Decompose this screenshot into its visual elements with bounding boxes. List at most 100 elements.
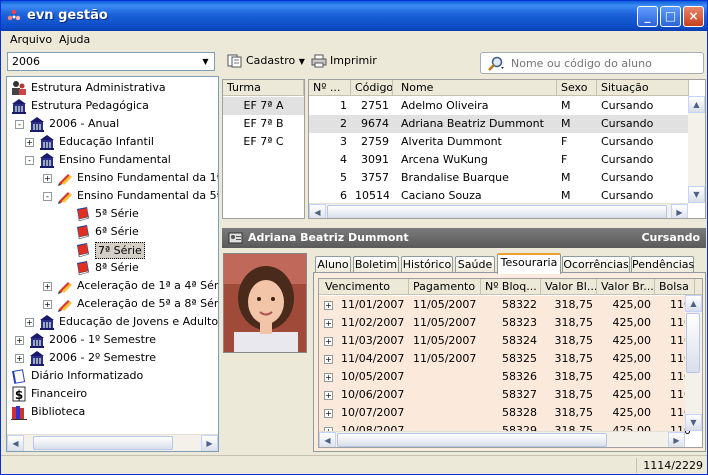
turma-item[interactable]: EF 7ª A (223, 97, 304, 115)
scroll-right-icon[interactable]: ▶ (201, 435, 218, 451)
scroll-right-icon[interactable]: ▶ (668, 432, 685, 447)
payment-cell: 10/07/2007 (341, 406, 405, 419)
payment-cell: 425,00 (612, 334, 652, 347)
payment-row[interactable]: +11/01/2007 11/05/2007 58322 318,75 425,00 11… (319, 296, 691, 314)
turma-item[interactable]: EF 7ª B (223, 115, 304, 133)
maximize-button[interactable]: □ (660, 6, 681, 27)
expand-icon[interactable]: + (324, 319, 333, 328)
student-search[interactable] (480, 52, 704, 74)
payments-horizontal-scrollbar[interactable]: ◀ ▶ (319, 431, 685, 447)
imprimir-button[interactable]: Imprimir (311, 53, 377, 71)
expand-icon[interactable]: + (324, 337, 333, 346)
tree-node-label: Ensino Fundamental da 1ª (77, 171, 219, 184)
payment-row[interactable]: +11/02/2007 11/05/2007 58323 318,75 425,00 11… (319, 314, 691, 332)
student-row[interactable]: 2 9674 Adriana Beatriz Dummont M Cursando (309, 115, 689, 133)
book-icon (75, 224, 91, 240)
scroll-left-icon[interactable]: ◀ (7, 435, 24, 451)
expand-icon[interactable]: + (43, 300, 52, 309)
turma-column-header[interactable]: Turma (223, 80, 304, 96)
payment-row[interactable]: +11/04/2007 11/05/2007 58325 318,75 425,00 11… (319, 350, 691, 368)
expand-icon[interactable]: + (43, 282, 52, 291)
scroll-thumb[interactable] (337, 433, 607, 447)
scroll-thumb[interactable] (33, 436, 173, 450)
student-row[interactable]: 4 3091 Arcena WuKung F Cursando (309, 151, 689, 169)
year-select[interactable]: 2006 ▼ (7, 52, 215, 71)
payments-column-header[interactable]: Vencimento (319, 279, 409, 295)
student-cell: 3 (340, 135, 347, 148)
payments-column-header[interactable]: Valor Bl... (541, 279, 597, 295)
tab-pendencias[interactable]: Pendências (631, 256, 694, 273)
expand-icon[interactable]: + (43, 174, 52, 183)
cadastro-button[interactable]: Cadastro ▼ (227, 53, 305, 71)
payment-cell (413, 386, 477, 404)
payment-row[interactable]: +10/07/2007 58328 318,75 425,00 110 (319, 404, 691, 422)
close-button[interactable]: × (683, 6, 704, 27)
book-icon (75, 260, 91, 276)
students-column-header[interactable]: Código (351, 80, 393, 96)
payments-column-header[interactable]: Bolsa (655, 279, 695, 295)
menu-ajuda[interactable]: Ajuda (59, 33, 90, 46)
scroll-down-icon[interactable]: ▼ (685, 414, 702, 431)
tab-historico[interactable]: Histórico (401, 256, 453, 273)
year-select-value: 2006 (12, 55, 40, 68)
student-row[interactable]: 5 3757 Brandalise Buarque M Cursando (309, 169, 689, 187)
scroll-left-icon[interactable]: ◀ (319, 432, 336, 447)
collapse-icon[interactable]: - (43, 192, 52, 201)
turma-header[interactable]: Turma (223, 80, 304, 96)
search-icon[interactable] (487, 56, 505, 71)
collapse-icon[interactable]: - (25, 156, 34, 165)
student-status: Cursando (641, 231, 700, 244)
tab-saude[interactable]: Saúde (455, 256, 495, 273)
expand-icon[interactable]: + (15, 336, 24, 345)
payment-cell: 11/04/2007 (341, 352, 405, 365)
student-row[interactable]: 3 2759 Alverita Dummont F Cursando (309, 133, 689, 151)
payments-column-header[interactable]: Valor Br... (597, 279, 655, 295)
tab-aluno[interactable]: Aluno (315, 256, 351, 273)
tab-boletim[interactable]: Boletim (353, 256, 399, 273)
student-cell: 2751 (361, 99, 389, 112)
expand-icon[interactable]: + (324, 355, 333, 364)
students-column-header[interactable]: Nº ... (309, 80, 351, 96)
expand-icon[interactable]: + (324, 391, 333, 400)
students-column-header[interactable]: Nome (397, 80, 557, 96)
scroll-left-icon[interactable]: ◀ (309, 204, 326, 218)
turma-item[interactable]: EF 7ª C (223, 133, 304, 151)
student-row[interactable]: 1 2751 Adelmo Oliveira M Cursando (309, 97, 689, 115)
expand-icon[interactable]: + (324, 301, 333, 310)
chevron-down-icon[interactable]: ▼ (198, 54, 213, 69)
title-bar[interactable]: evn gestão _ □ × (1, 1, 707, 31)
scroll-right-icon[interactable]: ▶ (671, 204, 688, 218)
people-icon (11, 80, 27, 96)
students-column-header[interactable]: Sexo (557, 80, 597, 96)
scroll-thumb[interactable] (686, 313, 700, 373)
tree-horizontal-scrollbar[interactable]: ◀ ▶ (7, 434, 218, 451)
expand-icon[interactable]: + (324, 409, 333, 418)
building-icon (29, 350, 45, 366)
menu-arquivo[interactable]: Arquivo (10, 33, 52, 46)
expand-icon[interactable]: + (15, 354, 24, 363)
tree-node-label: Educação Infantil (59, 135, 154, 148)
minimize-button[interactable]: _ (637, 6, 658, 27)
payments-vertical-scrollbar[interactable]: ▲ ▼ (685, 295, 702, 431)
expand-icon[interactable]: + (25, 138, 34, 147)
scroll-thumb[interactable] (327, 205, 667, 218)
scroll-down-icon[interactable]: ▼ (688, 186, 705, 203)
students-horizontal-scrollbar[interactable]: ◀ ▶ (309, 203, 688, 218)
tab-ocorrencias[interactable]: Ocorrências (562, 256, 630, 273)
payments-column-header[interactable]: Pagamento (409, 279, 481, 295)
payment-row[interactable]: +10/05/2007 58326 318,75 425,00 110 (319, 368, 691, 386)
payments-column-header[interactable]: Nº Bloq... (481, 279, 541, 295)
students-vertical-scrollbar[interactable]: ▲ ▼ (688, 96, 705, 203)
collapse-icon[interactable]: - (15, 120, 24, 129)
students-column-header[interactable]: Situação (597, 80, 689, 96)
expand-icon[interactable]: + (25, 318, 34, 327)
payment-cell: 10/05/2007 (341, 370, 405, 383)
search-input[interactable] (511, 56, 699, 70)
scroll-up-icon[interactable]: ▲ (685, 295, 702, 312)
student-cell: M (561, 117, 571, 130)
scroll-up-icon[interactable]: ▲ (688, 96, 705, 113)
payment-row[interactable]: +10/06/2007 58327 318,75 425,00 110 (319, 386, 691, 404)
payment-row[interactable]: +11/03/2007 11/05/2007 58324 318,75 425,00 11… (319, 332, 691, 350)
expand-icon[interactable]: + (324, 373, 333, 382)
tab-tesouraria[interactable]: Tesouraria (497, 253, 561, 274)
